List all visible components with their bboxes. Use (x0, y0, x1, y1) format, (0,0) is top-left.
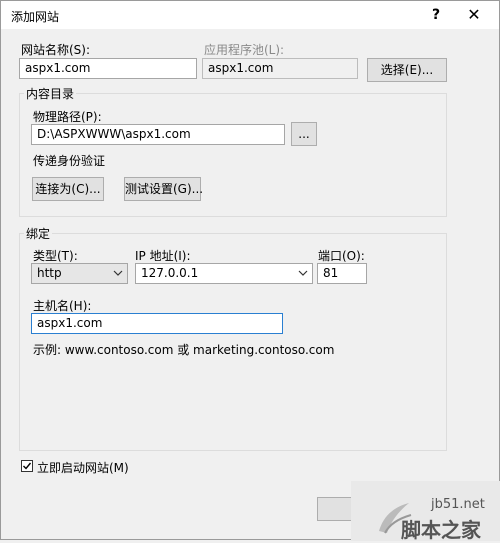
close-button[interactable]: ✕ (463, 5, 485, 25)
browse-path-button[interactable]: ... (291, 122, 317, 146)
dialog-title: 添加网站 (11, 10, 60, 24)
host-name-label: 主机名(H): (33, 299, 92, 313)
ip-address-value: 127.0.0.1 (141, 266, 199, 280)
site-name-input[interactable]: aspx1.com (19, 58, 197, 79)
physical-path-label: 物理路径(P): (33, 110, 102, 124)
ip-address-label: IP 地址(I): (135, 249, 191, 263)
help-button[interactable]: ? (425, 5, 447, 25)
host-name-example: 示例: www.contoso.com 或 marketing.contoso.… (33, 343, 335, 357)
physical-path-input[interactable]: D:\ASPXWWW\aspx1.com (31, 124, 285, 145)
app-pool-field: aspx1.com (202, 58, 358, 79)
type-select-value: http (37, 266, 62, 280)
app-pool-label: 应用程序池(L): (204, 43, 285, 57)
title-bar: 添加网站 ? ✕ (1, 1, 499, 29)
test-settings-button[interactable]: 测试设置(G)... (124, 177, 203, 201)
type-select[interactable]: http (31, 263, 128, 284)
start-site-checkbox[interactable] (21, 460, 33, 472)
connect-as-button[interactable]: 连接为(C)... (32, 177, 104, 201)
content-directory-title: 内容目录 (24, 85, 77, 102)
site-name-label: 网站名称(S): (21, 43, 91, 57)
type-label: 类型(T): (33, 249, 78, 263)
start-site-label: 立即启动网站(M) (37, 461, 129, 475)
checkmark-icon (23, 462, 32, 470)
binding-title: 绑定 (24, 225, 53, 242)
pass-through-auth-label: 传递身份验证 (33, 154, 106, 168)
select-app-pool-button[interactable]: 选择(E)... (367, 58, 447, 82)
watermark-site: jb51.net (431, 497, 485, 512)
chevron-down-icon (298, 270, 308, 276)
host-name-input[interactable]: aspx1.com (31, 313, 283, 334)
watermark-brand: 脚本之家 (401, 518, 481, 542)
add-website-dialog: 添加网站 ? ✕ 网站名称(S): aspx1.com 应用程序池(L): as… (0, 0, 500, 542)
port-input[interactable]: 81 (317, 263, 367, 284)
chevron-down-icon (113, 270, 123, 276)
ip-address-select[interactable]: 127.0.0.1 (135, 263, 313, 284)
port-label: 端口(O): (318, 249, 365, 263)
